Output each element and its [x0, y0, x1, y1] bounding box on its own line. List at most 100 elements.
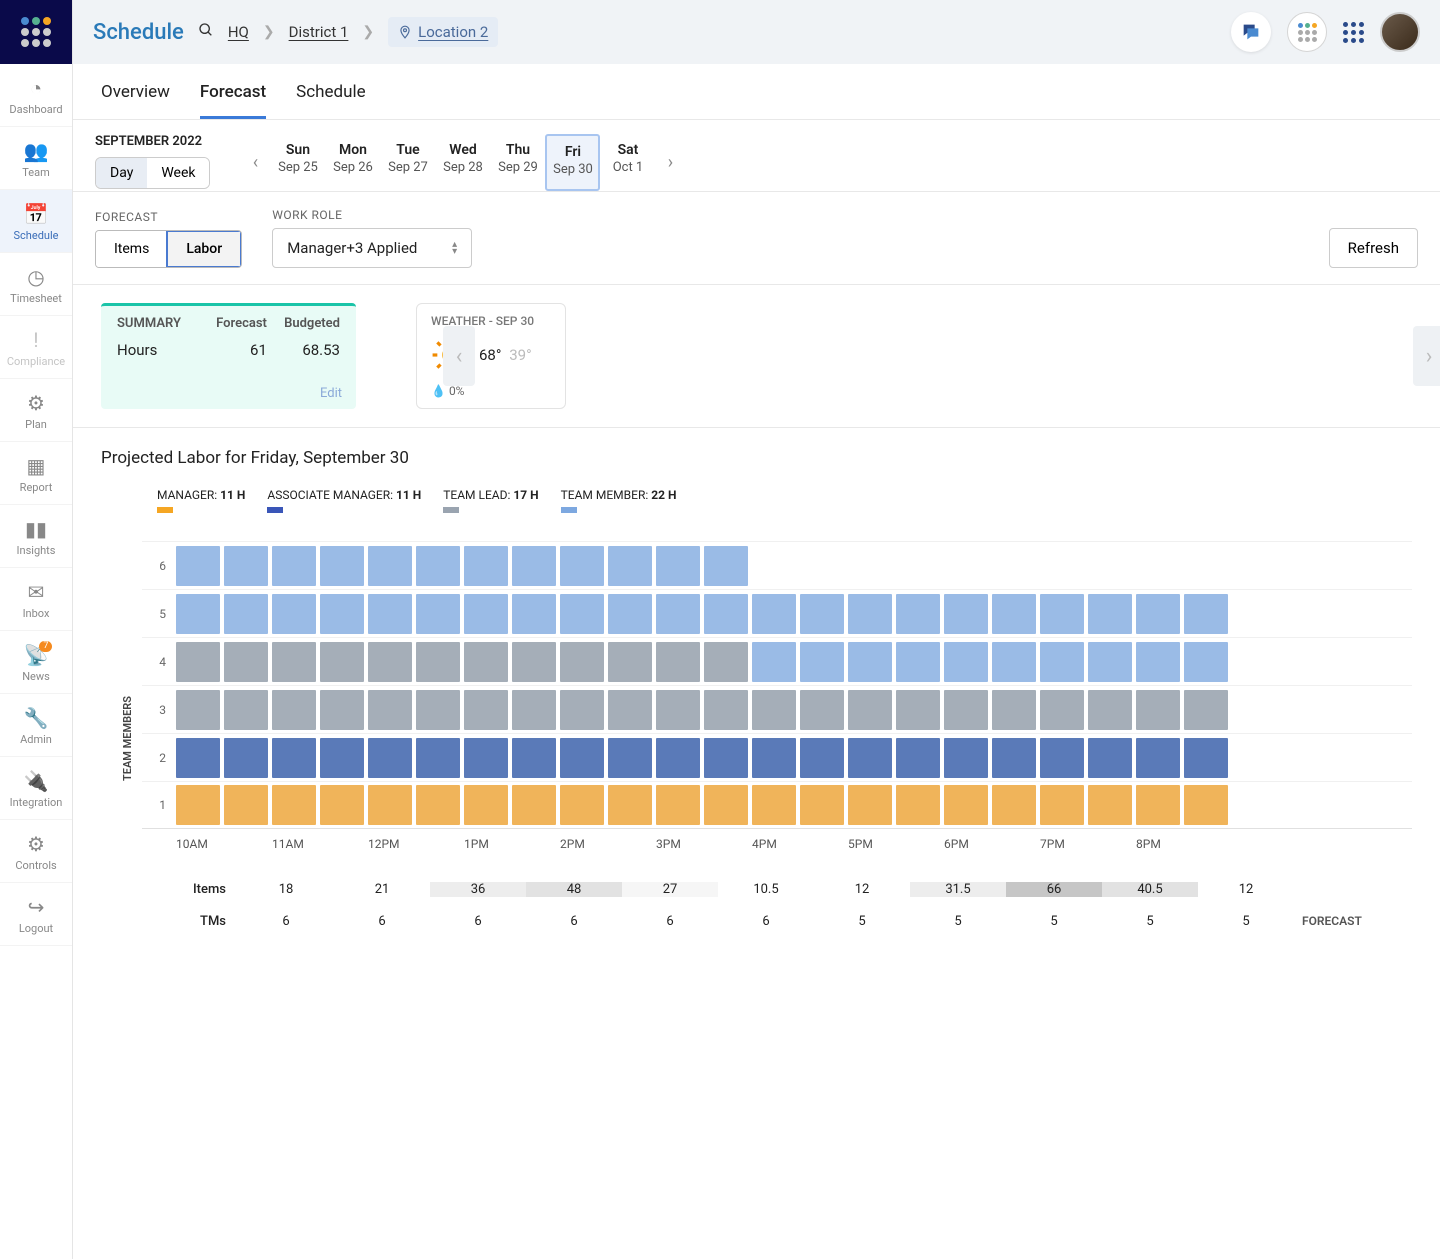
sidebar-item-inbox[interactable]: ✉Inbox [0, 568, 72, 631]
summary-edit-link[interactable]: Edit [320, 386, 342, 401]
sidebar-item-insights[interactable]: ▮▮Insights [0, 505, 72, 568]
apps-grid-icon[interactable] [1343, 22, 1364, 43]
next-week-button[interactable]: › [655, 143, 685, 183]
chart-legend: MANAGER: 11 H ASSOCIATE MANAGER: 11 H TEAM… [157, 488, 1412, 513]
tab-overview[interactable]: Overview [101, 82, 170, 119]
chart-row: 6 [142, 541, 1412, 589]
legend-item: TEAM LEAD: 17 H [443, 488, 538, 513]
page-title: Schedule [93, 20, 184, 45]
sidebar-item-team[interactable]: 👥Team [0, 127, 72, 190]
schedule-icon: 📅 [24, 204, 49, 224]
chevron-right-icon: ❯ [263, 24, 275, 40]
forecast-items-button[interactable]: Items [96, 231, 167, 267]
dashboard-icon: ◔ [30, 78, 42, 98]
forecast-filter-label: FORECAST [95, 210, 242, 224]
view-toggle: Day Week [95, 157, 210, 189]
sidebar: ◔Dashboard👥Team📅Schedule◷Timesheet!Compl… [0, 0, 73, 1259]
workrole-select[interactable]: Manager+3 Applied ▴▾ [272, 228, 472, 268]
logout-icon: ↪ [28, 897, 45, 917]
breadcrumb-district[interactable]: District 1 [289, 23, 349, 41]
breadcrumb-hq[interactable]: HQ [228, 23, 249, 41]
filters: FORECAST Items Labor WORK ROLE Manager+3… [73, 192, 1440, 285]
plan-icon: ⚙ [27, 393, 45, 413]
month-label: SEPTEMBER 2022 [95, 134, 210, 149]
sidebar-item-report[interactable]: ▦Report [0, 442, 72, 505]
day-oct-1[interactable]: SatOct 1 [600, 134, 655, 191]
cards-next-button[interactable]: › [1413, 326, 1440, 386]
x-tick: 12PM [368, 837, 464, 851]
chart-row: 1 [142, 781, 1412, 829]
legend-item: ASSOCIATE MANAGER: 11 H [267, 488, 421, 513]
x-tick: 8PM [1136, 837, 1232, 851]
sidebar-item-admin[interactable]: 🔧Admin [0, 694, 72, 757]
chart-title: Projected Labor for Friday, September 30 [101, 448, 1412, 468]
summary-title: SUMMARY [117, 316, 201, 337]
sidebar-item-news[interactable]: 📡7News [0, 631, 72, 694]
topbar: Schedule HQ ❯ District 1 ❯ Location 2 [73, 0, 1440, 64]
y-axis-label: TEAM MEMBERS [121, 696, 134, 781]
forecast-row: Items182136482710.51231.56640.512 [183, 873, 1412, 905]
tab-forecast[interactable]: Forecast [200, 82, 266, 119]
pin-icon [398, 25, 412, 39]
tabs: Overview Forecast Schedule [73, 64, 1440, 120]
search-icon[interactable] [198, 22, 214, 42]
legend-item: TEAM MEMBER: 22 H [561, 488, 677, 513]
chart-row: 3 [142, 685, 1412, 733]
x-tick: 5PM [848, 837, 944, 851]
prev-week-button[interactable]: ‹ [240, 143, 270, 183]
admin-icon: 🔧 [24, 708, 49, 728]
x-tick: 1PM [464, 837, 560, 851]
day-sep-30[interactable]: FriSep 30 [545, 134, 600, 191]
chart-row: 2 [142, 733, 1412, 781]
workrole-label: WORK ROLE [272, 208, 472, 222]
legend-item: MANAGER: 11 H [157, 488, 245, 513]
sidebar-item-plan[interactable]: ⚙Plan [0, 379, 72, 442]
view-week[interactable]: Week [147, 158, 209, 188]
chevron-right-icon: ❯ [362, 24, 374, 40]
team-icon: 👥 [24, 141, 49, 161]
x-tick: 11AM [272, 837, 368, 851]
chat-icon[interactable] [1231, 12, 1271, 52]
select-caret-icon: ▴▾ [452, 241, 457, 255]
forecast-labor-button[interactable]: Labor [166, 230, 242, 268]
logo[interactable] [0, 0, 72, 64]
x-tick: 2PM [560, 837, 656, 851]
timesheet-icon: ◷ [27, 267, 44, 287]
cards-prev-button[interactable]: ‹ [443, 326, 475, 386]
x-tick: 6PM [944, 837, 1040, 851]
view-day[interactable]: Day [96, 158, 147, 188]
compliance-icon: ! [33, 330, 38, 350]
sidebar-item-integration[interactable]: 🔌Integration [0, 757, 72, 820]
day-sep-29[interactable]: ThuSep 29 [490, 134, 545, 191]
news-icon: 📡7 [24, 645, 49, 665]
droplet-icon: 💧 [431, 384, 446, 398]
x-tick: 3PM [656, 837, 752, 851]
x-tick: 10AM [176, 837, 272, 851]
sidebar-item-logout[interactable]: ↪Logout [0, 883, 72, 946]
day-sep-27[interactable]: TueSep 27 [380, 134, 435, 191]
app-switcher-icon[interactable] [1287, 12, 1327, 52]
date-bar: SEPTEMBER 2022 Day Week ‹ SunSep 25MonSe… [73, 120, 1440, 192]
report-icon: ▦ [27, 456, 46, 476]
controls-icon: ⚙ [27, 834, 45, 854]
refresh-button[interactable]: Refresh [1329, 228, 1418, 268]
tab-schedule[interactable]: Schedule [296, 82, 365, 119]
sidebar-item-dashboard[interactable]: ◔Dashboard [0, 64, 72, 127]
sidebar-item-schedule[interactable]: 📅Schedule [0, 190, 72, 253]
insights-icon: ▮▮ [25, 519, 47, 539]
summary-card: SUMMARY Forecast Budgeted Hours 61 68.53… [101, 303, 356, 409]
breadcrumb-location[interactable]: Location 2 [388, 17, 498, 47]
integration-icon: 🔌 [24, 771, 49, 791]
day-sep-28[interactable]: WedSep 28 [435, 134, 490, 191]
sidebar-item-controls[interactable]: ⚙Controls [0, 820, 72, 883]
weather-card: WEATHER - SEP 30 68° 39° 💧 0% [416, 303, 566, 409]
forecast-row: TMs66666655555FORECAST [183, 905, 1412, 937]
avatar[interactable] [1380, 12, 1420, 52]
chart-row: 4 [142, 637, 1412, 685]
day-sep-26[interactable]: MonSep 26 [325, 134, 380, 191]
sidebar-item-compliance[interactable]: !Compliance [0, 316, 72, 379]
sidebar-item-timesheet[interactable]: ◷Timesheet [0, 253, 72, 316]
day-sep-25[interactable]: SunSep 25 [270, 134, 325, 191]
inbox-icon: ✉ [28, 582, 45, 602]
x-tick: 4PM [752, 837, 848, 851]
